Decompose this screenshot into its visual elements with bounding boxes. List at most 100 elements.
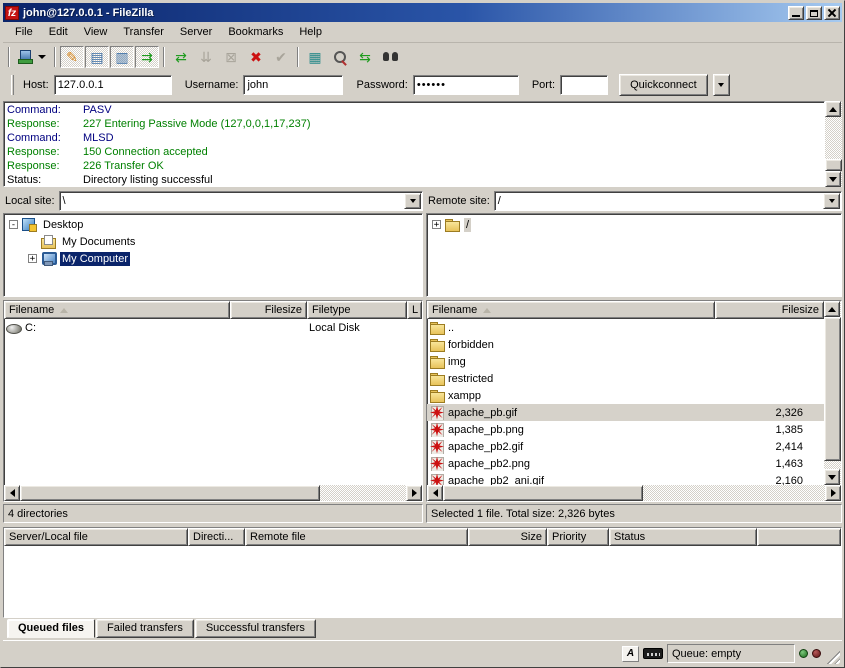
column-header-size[interactable]: Size bbox=[468, 528, 547, 546]
quickconnect-button[interactable]: Quickconnect bbox=[619, 74, 708, 96]
directory-comparison-button[interactable]: ▦ bbox=[303, 46, 327, 68]
file-row[interactable]: apache_pb2.png 1,463 bbox=[427, 455, 824, 472]
log-line-label: Command: bbox=[7, 131, 83, 145]
port-label: Port: bbox=[532, 79, 555, 91]
port-input[interactable] bbox=[560, 75, 608, 95]
remote-horizontal-scrollbar[interactable] bbox=[427, 485, 841, 501]
process-queue-button[interactable]: ⇊ bbox=[194, 46, 218, 68]
username-input[interactable] bbox=[243, 75, 343, 95]
toggle-remote-tree-button[interactable]: ▥ bbox=[110, 46, 134, 68]
menu-item[interactable]: View bbox=[76, 24, 116, 40]
file-row[interactable]: xampp bbox=[427, 387, 824, 404]
scroll-thumb[interactable] bbox=[824, 317, 841, 461]
tree-item[interactable]: + My Computer bbox=[6, 250, 422, 267]
local-horizontal-scrollbar[interactable] bbox=[4, 485, 422, 501]
column-header-empty bbox=[757, 528, 841, 546]
queue-header: Server/Local file Directi... Remote file… bbox=[4, 528, 841, 546]
column-header-filename[interactable]: Filename bbox=[427, 301, 715, 319]
scroll-down-button[interactable] bbox=[825, 171, 841, 187]
file-row[interactable]: img bbox=[427, 353, 824, 370]
remote-site-combobox[interactable]: / bbox=[494, 191, 842, 211]
arrow-right-icon bbox=[412, 489, 421, 497]
reconnect-button[interactable]: ✔ bbox=[269, 46, 293, 68]
queue-body bbox=[4, 546, 841, 617]
scroll-up-button[interactable] bbox=[825, 101, 841, 117]
column-header-remote-file[interactable]: Remote file bbox=[245, 528, 468, 546]
scroll-left-button[interactable] bbox=[427, 485, 443, 501]
maximize-button[interactable] bbox=[806, 6, 822, 20]
refresh-button[interactable]: ⇄ bbox=[169, 46, 193, 68]
menu-item[interactable]: Edit bbox=[41, 24, 76, 40]
menu-item[interactable]: Server bbox=[172, 24, 220, 40]
column-header-direction[interactable]: Directi... bbox=[188, 528, 245, 546]
toggle-queue-button[interactable]: ⇉ bbox=[135, 46, 159, 68]
cancel-icon: ⊠ bbox=[225, 50, 237, 64]
scroll-right-button[interactable] bbox=[825, 485, 841, 501]
local-list-body: C: Local Disk bbox=[4, 319, 422, 485]
column-header-server-local-file[interactable]: Server/Local file bbox=[4, 528, 188, 546]
quickconnect-dropdown-button[interactable] bbox=[713, 74, 730, 96]
toggle-log-button[interactable]: ✎ bbox=[60, 46, 84, 68]
site-manager-button[interactable] bbox=[14, 46, 50, 68]
filter-button[interactable] bbox=[378, 46, 402, 68]
tree-item[interactable]: + / bbox=[429, 216, 841, 233]
scroll-up-button[interactable] bbox=[824, 301, 840, 317]
queue-tab[interactable]: Failed transfers bbox=[96, 619, 194, 638]
menu-item[interactable]: Transfer bbox=[115, 24, 172, 40]
file-row[interactable]: restricted bbox=[427, 370, 824, 387]
scroll-thumb[interactable] bbox=[825, 159, 842, 171]
scroll-right-button[interactable] bbox=[406, 485, 422, 501]
queue-tab[interactable]: Successful transfers bbox=[195, 619, 316, 638]
scroll-left-button[interactable] bbox=[4, 485, 20, 501]
scroll-track bbox=[320, 485, 406, 501]
close-button[interactable] bbox=[824, 6, 840, 20]
file-row[interactable]: apache_pb.gif 2,326 bbox=[427, 404, 824, 421]
tree-item[interactable]: - Desktop bbox=[6, 216, 422, 233]
menu-item[interactable]: Help bbox=[291, 24, 330, 40]
scroll-thumb[interactable] bbox=[20, 485, 320, 501]
scroll-down-button[interactable] bbox=[824, 469, 840, 485]
toggle-local-tree-button[interactable]: ▤ bbox=[85, 46, 109, 68]
menu-item[interactable]: Bookmarks bbox=[220, 24, 291, 40]
column-header-last-modified[interactable]: L bbox=[407, 301, 422, 319]
password-input[interactable] bbox=[413, 75, 519, 95]
file-row[interactable]: forbidden bbox=[427, 336, 824, 353]
quickconnect-bar: Host: Username: Password: Port: Quickcon… bbox=[3, 70, 842, 100]
column-header-filename[interactable]: Filename bbox=[4, 301, 230, 319]
transfer-type-indicator-icon[interactable] bbox=[622, 646, 639, 662]
cancel-operation-button[interactable]: ⊠ bbox=[219, 46, 243, 68]
tree-expander[interactable]: + bbox=[28, 254, 37, 263]
local-site-combobox[interactable]: \ bbox=[59, 191, 423, 211]
remote-vertical-scrollbar[interactable] bbox=[824, 301, 841, 485]
filezilla-logo-icon bbox=[5, 6, 19, 20]
file-row[interactable]: .. bbox=[427, 319, 824, 336]
find-files-button[interactable] bbox=[328, 46, 352, 68]
tree-expander[interactable]: - bbox=[9, 220, 18, 229]
queue-tab[interactable]: Queued files bbox=[7, 619, 95, 638]
file-row[interactable]: C: Local Disk bbox=[4, 319, 422, 336]
remote-site-dropdown-button[interactable] bbox=[823, 193, 840, 209]
resize-grip[interactable] bbox=[825, 649, 840, 664]
tree-item[interactable]: My Documents bbox=[6, 233, 422, 250]
title-bar[interactable]: john@127.0.0.1 - FileZilla bbox=[3, 3, 842, 22]
file-row[interactable]: apache_pb2_ani.gif 2,160 bbox=[427, 472, 824, 485]
file-row[interactable]: apache_pb2.gif 2,414 bbox=[427, 438, 824, 455]
menu-item[interactable]: File bbox=[7, 24, 41, 40]
synchronized-browsing-button[interactable]: ⇆ bbox=[353, 46, 377, 68]
tree-expander[interactable]: + bbox=[432, 220, 441, 229]
file-row[interactable]: apache_pb.png 1,385 bbox=[427, 421, 824, 438]
column-header-filetype[interactable]: Filetype bbox=[307, 301, 407, 319]
column-header-priority[interactable]: Priority bbox=[547, 528, 609, 546]
local-site-dropdown-button[interactable] bbox=[404, 193, 421, 209]
minimize-button[interactable] bbox=[788, 6, 804, 20]
host-input[interactable] bbox=[54, 75, 172, 95]
scroll-track bbox=[825, 117, 842, 159]
window-title: john@127.0.0.1 - FileZilla bbox=[23, 7, 784, 19]
speed-limit-indicator-icon[interactable] bbox=[643, 648, 663, 659]
disconnect-button[interactable]: ✖ bbox=[244, 46, 268, 68]
column-header-filesize[interactable]: Filesize bbox=[715, 301, 824, 319]
log-scrollbar[interactable] bbox=[825, 101, 842, 187]
column-header-filesize[interactable]: Filesize bbox=[230, 301, 307, 319]
column-header-status[interactable]: Status bbox=[609, 528, 757, 546]
scroll-thumb[interactable] bbox=[443, 485, 643, 501]
